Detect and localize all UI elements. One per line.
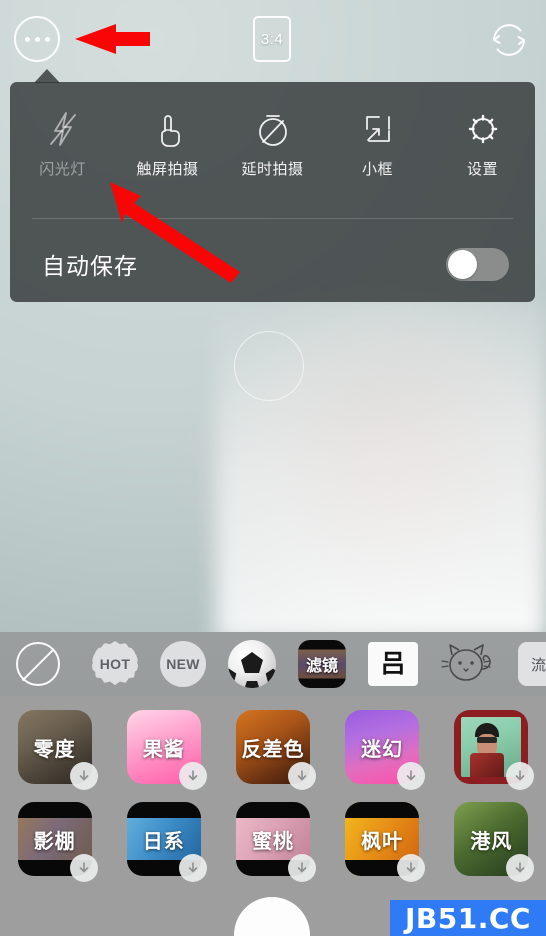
settings-gear-icon — [462, 104, 504, 154]
filter-tile-mihuan[interactable]: 迷幻 — [345, 710, 426, 790]
panel-pointer-arrow — [34, 69, 60, 83]
cat-sticker-icon — [440, 639, 496, 689]
filter-tile-fengye[interactable]: 枫叶 — [345, 802, 426, 882]
camera-flip-icon — [493, 24, 525, 56]
more-options-button[interactable] — [14, 16, 60, 62]
category-item-hot-label: HOT — [99, 656, 131, 672]
filter-tile-guojiang[interactable]: 果酱 — [126, 710, 207, 790]
panel-item-timer-label: 延时拍摄 — [241, 161, 304, 178]
panel-divider — [32, 218, 513, 219]
panel-item-settings-label: 设置 — [466, 161, 498, 178]
small-frame-icon — [359, 104, 397, 154]
watermark-jb51: JB51.CC — [390, 900, 546, 936]
panel-item-settings[interactable]: 设置 — [430, 104, 535, 179]
flash-off-icon — [44, 104, 82, 154]
touch-hand-icon — [149, 104, 187, 154]
category-item-filter-label: 滤镜 — [305, 658, 338, 675]
download-arrow-icon[interactable] — [178, 762, 207, 790]
category-scroll-list[interactable]: HOT NEW 滤镜 吕 流 — [92, 639, 546, 689]
filter-tile-yingpeng[interactable]: 影棚 — [17, 802, 98, 882]
lv-card-icon: 吕 — [368, 642, 418, 686]
filter-tile-gangfeng[interactable]: 港风 — [454, 802, 535, 882]
aspect-ratio-button[interactable]: 3:4 — [253, 16, 291, 62]
camera-top-bar: 3:4 — [0, 0, 546, 82]
category-item-lv[interactable]: 吕 — [368, 642, 418, 686]
download-arrow-icon[interactable] — [69, 762, 98, 790]
filter-tile-rixi[interactable]: 日系 — [126, 802, 207, 882]
filter-tile-label: 果酱 — [142, 738, 185, 761]
category-item-hot[interactable]: HOT — [92, 641, 138, 687]
category-item-lv-label: 吕 — [380, 649, 406, 678]
timer-off-icon — [253, 104, 293, 154]
filter-category-bar: HOT NEW 滤镜 吕 流 — [0, 632, 546, 696]
panel-item-flash-label: 闪光灯 — [39, 161, 86, 178]
download-arrow-icon[interactable] — [397, 762, 426, 790]
download-arrow-icon[interactable] — [287, 854, 316, 882]
autosave-label: 自动保存 — [42, 253, 138, 279]
category-item-cat-sticker[interactable] — [440, 639, 496, 689]
autosave-toggle[interactable] — [446, 247, 509, 281]
filter-tile-fanchase[interactable]: 反差色 — [235, 710, 316, 790]
filter-tile-label: 日系 — [142, 830, 185, 853]
download-arrow-icon[interactable] — [69, 854, 98, 882]
filter-tile-label: 港风 — [470, 830, 513, 853]
filter-tile-lingdu[interactable]: 零度 — [17, 710, 98, 790]
filter-tile-portrait[interactable] — [454, 710, 535, 790]
panel-item-touch-capture[interactable]: 触屏拍摄 — [115, 104, 220, 179]
filter-tile-label: 反差色 — [241, 738, 305, 761]
watermark-text: JB51.CC — [405, 901, 531, 935]
focus-ring-indicator — [234, 331, 304, 401]
download-arrow-icon[interactable] — [506, 854, 535, 882]
panel-item-touch-capture-label: 触屏拍摄 — [136, 161, 199, 178]
filter-grid-row: 零度 果酱 反差色 迷幻 — [0, 710, 546, 790]
download-arrow-icon[interactable] — [506, 762, 535, 790]
panel-item-flash[interactable]: 闪光灯 — [10, 104, 115, 179]
panel-item-timer[interactable]: 延时拍摄 — [220, 104, 325, 179]
category-item-popular[interactable]: 流行 — [518, 642, 546, 686]
no-filter-slash — [21, 648, 55, 682]
download-arrow-icon[interactable] — [178, 854, 207, 882]
download-arrow-icon[interactable] — [397, 854, 426, 882]
hot-badge-icon: HOT — [92, 641, 138, 686]
camera-settings-panel: 闪光灯 触屏拍摄 延时拍摄 小框 设置 自动保存 — [10, 69, 535, 302]
camera-screen: 3:4 闪光灯 触屏拍摄 延时拍摄 小框 设置 自动保存 HOT NEW 滤镜 … — [0, 0, 546, 936]
soccer-ball-icon — [228, 640, 276, 688]
filter-grid-row: 影棚 日系 蜜桃 枫叶 港风 — [0, 802, 546, 882]
filter-tile-label: 零度 — [33, 738, 76, 761]
panel-item-small-frame-label: 小框 — [361, 161, 393, 178]
category-item-new-label: NEW — [166, 656, 200, 672]
camera-flip-button[interactable] — [485, 16, 533, 64]
aspect-ratio-label: 3:4 — [260, 30, 284, 48]
autosave-toggle-knob — [448, 249, 477, 279]
filter-tile-label: 迷幻 — [361, 738, 404, 761]
category-item-filter[interactable]: 滤镜 — [298, 640, 346, 688]
filter-tile-label: 蜜桃 — [251, 830, 294, 853]
popular-chip-icon: 流行 — [518, 642, 546, 686]
filter-tile-icon: 滤镜 — [298, 640, 346, 688]
more-dots-icon — [24, 36, 50, 42]
category-item-new[interactable]: NEW — [160, 641, 206, 687]
no-filter-icon[interactable] — [16, 642, 60, 686]
panel-item-small-frame[interactable]: 小框 — [325, 104, 430, 179]
filter-tile-label: 影棚 — [33, 830, 76, 853]
download-arrow-icon[interactable] — [287, 762, 316, 790]
category-item-ball[interactable] — [228, 640, 276, 688]
filter-tile-label: 枫叶 — [361, 830, 404, 853]
filter-tile-mitao[interactable]: 蜜桃 — [235, 802, 316, 882]
category-item-popular-label: 流行 — [531, 656, 546, 674]
new-badge-icon: NEW — [160, 641, 206, 687]
autosave-row[interactable]: 自动保存 — [10, 232, 535, 296]
panel-quick-settings-row: 闪光灯 触屏拍摄 延时拍摄 小框 设置 — [10, 104, 535, 202]
